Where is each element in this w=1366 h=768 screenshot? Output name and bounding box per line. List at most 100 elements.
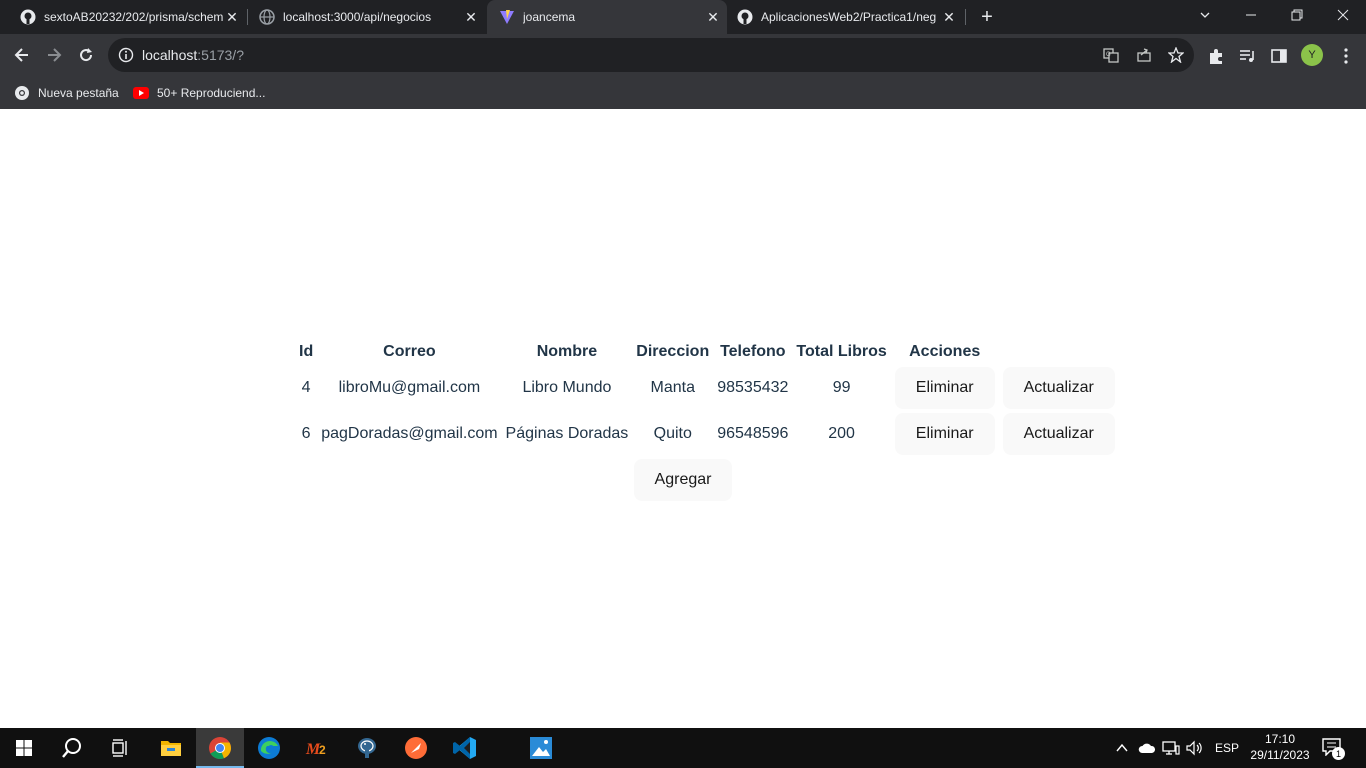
header-id: Id xyxy=(299,343,314,360)
header-correo: Correo xyxy=(383,343,436,360)
task-view-button[interactable] xyxy=(96,728,144,768)
edge-icon xyxy=(258,737,280,759)
notification-count-badge: 1 xyxy=(1332,747,1345,760)
postgresql-icon xyxy=(358,738,376,758)
search-button[interactable] xyxy=(48,728,96,768)
header-nombre: Nombre xyxy=(536,343,598,360)
chevron-down-icon xyxy=(1200,12,1210,18)
onedrive-icon[interactable] xyxy=(1138,741,1156,755)
windows-icon xyxy=(16,740,32,756)
bookmarks-bar: Nueva pestaña 50+ Reproduciend... xyxy=(0,76,1366,109)
tab-strip: sextoAB20232/202/prisma/schem ✕ localhos… xyxy=(0,0,1366,34)
tab-title: localhost:3000/api/negocios xyxy=(283,10,432,24)
cell-total-libros: 99 xyxy=(832,379,851,396)
bookmark-nueva-pestana[interactable]: Nueva pestaña xyxy=(14,82,119,104)
taskbar-postman[interactable] xyxy=(392,728,440,768)
svg-text:G: G xyxy=(1106,52,1111,58)
minimize-button[interactable] xyxy=(1228,0,1274,30)
actualizar-button[interactable]: Actualizar xyxy=(1002,367,1115,409)
new-tab-button[interactable]: + xyxy=(976,7,998,29)
search-icon xyxy=(62,738,81,758)
chrome-icon xyxy=(209,737,231,759)
table-header-row: Id Correo Nombre Direccion Telefono Tota… xyxy=(297,341,1117,363)
header-empty xyxy=(1001,341,1117,363)
cell-eliminar: Eliminar xyxy=(893,367,997,409)
table-row: 4 libroMu@gmail.com Libro Mundo Manta 98… xyxy=(297,367,1117,409)
globe-icon xyxy=(259,9,275,25)
close-tab-icon[interactable]: ✕ xyxy=(941,9,957,25)
side-panel-icon[interactable] xyxy=(1270,47,1288,65)
folder-icon xyxy=(161,741,181,756)
vscode-icon xyxy=(453,737,476,759)
volume-icon[interactable] xyxy=(1186,740,1204,756)
taskbar-vscode[interactable] xyxy=(441,728,489,768)
more-menu-icon[interactable] xyxy=(1337,47,1355,65)
cell-correo: pagDoradas@gmail.com xyxy=(321,425,498,442)
bookmark-label: Nueva pestaña xyxy=(38,86,119,100)
github-icon xyxy=(20,9,36,25)
share-icon[interactable] xyxy=(1136,47,1152,63)
page-content: Id Correo Nombre Direccion Telefono Tota… xyxy=(0,109,1366,728)
eliminar-button[interactable]: Eliminar xyxy=(894,367,995,409)
notifications-button[interactable]: 1 xyxy=(1322,738,1346,760)
m2-app-icon: M2 xyxy=(305,741,326,758)
task-view-icon xyxy=(112,739,127,757)
tab-title: AplicacionesWeb2/Practica1/neg xyxy=(761,10,937,24)
tab-github-practica1[interactable]: AplicacionesWeb2/Practica1/neg ✕ xyxy=(727,0,963,34)
start-button[interactable] xyxy=(0,728,48,768)
extensions-icon[interactable] xyxy=(1207,47,1225,65)
photos-icon xyxy=(530,737,552,759)
tab-joancema[interactable]: joancema ✕ xyxy=(487,0,727,34)
cell-eliminar: Eliminar xyxy=(893,413,997,455)
close-tab-icon[interactable]: ✕ xyxy=(463,9,479,25)
cell-telefono: 96548596 xyxy=(717,425,789,442)
forward-button[interactable] xyxy=(40,41,68,69)
url-text: localhost:5173/? xyxy=(142,47,244,63)
taskbar-pgadmin[interactable] xyxy=(343,728,391,768)
eliminar-button[interactable]: Eliminar xyxy=(894,413,995,455)
header-direccion: Direccion xyxy=(636,343,710,360)
cell-nombre: Libro Mundo xyxy=(522,379,612,396)
show-hidden-icons-icon[interactable] xyxy=(1115,741,1129,755)
postman-icon xyxy=(405,737,427,759)
restore-button[interactable] xyxy=(1274,0,1320,30)
header-total-libros: Total Libros xyxy=(796,343,887,360)
back-button[interactable] xyxy=(8,41,36,69)
url-rest: :5173/? xyxy=(197,47,244,63)
tab-search-button[interactable] xyxy=(1182,0,1228,30)
close-tab-icon[interactable]: ✕ xyxy=(224,9,240,25)
tab-github-prisma[interactable]: sextoAB20232/202/prisma/schem ✕ xyxy=(0,0,246,34)
agregar-button[interactable]: Agregar xyxy=(634,459,732,501)
svg-text:2: 2 xyxy=(319,743,326,757)
negocios-table-container: Id Correo Nombre Direccion Telefono Tota… xyxy=(293,337,1115,459)
site-info-icon[interactable] xyxy=(118,47,134,63)
clock[interactable]: 17:10 29/11/2023 xyxy=(1248,731,1312,763)
reload-icon xyxy=(80,48,93,62)
address-bar[interactable]: localhost:5173/? G xyxy=(108,38,1194,72)
network-icon[interactable] xyxy=(1162,740,1180,756)
taskbar-edge[interactable] xyxy=(245,728,293,768)
cell-id: 6 xyxy=(301,425,311,442)
actualizar-button[interactable]: Actualizar xyxy=(1002,413,1115,455)
header-acciones: Acciones xyxy=(909,343,981,360)
cell-actualizar: Actualizar xyxy=(1001,367,1117,409)
cell-nombre: Páginas Doradas xyxy=(505,425,629,442)
media-controls-icon[interactable] xyxy=(1238,47,1256,65)
cell-direccion: Quito xyxy=(653,425,692,442)
taskbar-mp-app[interactable]: M2 xyxy=(294,728,342,768)
reload-button[interactable] xyxy=(72,41,100,69)
taskbar-file-explorer[interactable] xyxy=(147,728,195,768)
bookmark-star-icon[interactable] xyxy=(1168,47,1184,63)
language-indicator[interactable]: ESP xyxy=(1215,741,1239,755)
browser-toolbar: localhost:5173/? G Y xyxy=(0,34,1366,76)
clock-time: 17:10 xyxy=(1264,732,1296,746)
taskbar-chrome[interactable] xyxy=(196,728,244,768)
translate-icon[interactable]: G xyxy=(1103,47,1119,63)
close-tab-icon[interactable]: ✕ xyxy=(705,9,721,25)
bookmark-youtube[interactable]: 50+ Reproduciend... xyxy=(133,82,265,104)
profile-avatar[interactable]: Y xyxy=(1301,44,1323,66)
taskbar-photos[interactable] xyxy=(517,728,565,768)
tab-api-negocios[interactable]: localhost:3000/api/negocios ✕ xyxy=(239,0,485,34)
url-host: localhost xyxy=(142,47,198,63)
close-window-button[interactable] xyxy=(1320,0,1366,30)
